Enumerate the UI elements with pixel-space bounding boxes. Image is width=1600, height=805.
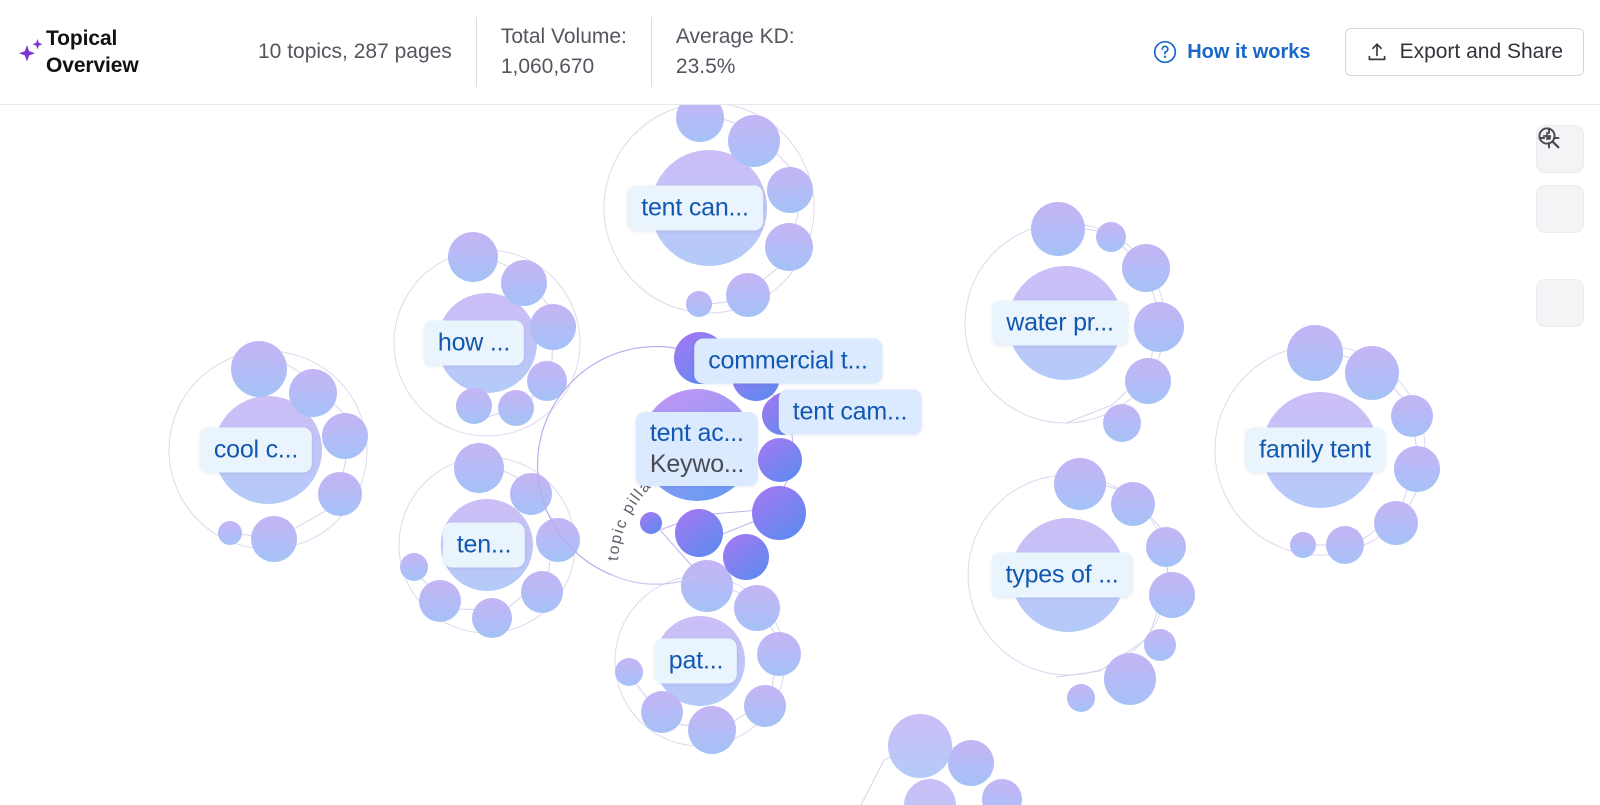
- upload-icon: [1366, 41, 1388, 63]
- brand: Topical Overview: [0, 25, 258, 79]
- cluster-label-text: tent cam...: [792, 397, 908, 426]
- fit-to-screen-button[interactable]: [1536, 127, 1584, 327]
- cluster-sublabel-text: Keywo...: [649, 450, 745, 478]
- cluster-label-tent-camping[interactable]: tent cam...: [778, 389, 922, 435]
- cluster-label-tent-canopy[interactable]: tent can...: [627, 185, 763, 231]
- stat-pages: 10 topics, 287 pages: [258, 17, 476, 87]
- topic-graph-canvas[interactable]: topic pillar subs cool c... how ... tent…: [0, 105, 1600, 805]
- cluster-label-text: ten...: [456, 530, 512, 559]
- cluster-label-commercial-tent[interactable]: commercial t...: [694, 338, 882, 384]
- zoom-out-button[interactable]: [1536, 127, 1584, 233]
- page-title-line2: Overview: [46, 54, 139, 77]
- cluster-label-cool-camping[interactable]: cool c...: [199, 427, 313, 473]
- zoom-controls: [1536, 125, 1584, 327]
- cluster-label-types-of[interactable]: types of ...: [991, 552, 1133, 598]
- export-and-share-label: Export and Share: [1399, 40, 1563, 63]
- cluster-label-text: commercial t...: [708, 346, 868, 375]
- stat-average-kd-label: Average KD:: [675, 25, 795, 48]
- stat-total-volume: Total Volume: 1,060,670: [475, 17, 651, 87]
- cluster-label-text: tent ac...: [649, 419, 744, 447]
- cluster-label-text: how ...: [437, 328, 511, 357]
- cluster-label-family-tent[interactable]: family tent: [1245, 427, 1385, 473]
- cluster-label-patio[interactable]: pat...: [654, 638, 738, 684]
- how-it-works-link[interactable]: How it works: [1149, 34, 1314, 70]
- cluster-label-text: water pr...: [1006, 308, 1114, 337]
- page-title: Topical Overview: [46, 25, 139, 79]
- cluster-label-text: tent can...: [641, 193, 749, 222]
- cluster-label-text: cool c...: [213, 435, 299, 464]
- cluster-partial-bottom: [860, 714, 1022, 805]
- cluster-label-tent[interactable]: ten...: [442, 522, 526, 568]
- how-it-works-label: How it works: [1187, 40, 1311, 63]
- app-header: Topical Overview 10 topics, 287 pages To…: [0, 0, 1600, 105]
- cluster-label-text: types of ...: [1005, 560, 1119, 589]
- stat-average-kd: Average KD: 23.5%: [650, 17, 819, 87]
- stat-pages-text: 10 topics, 287 pages: [258, 40, 452, 63]
- cluster-label-text: pat...: [668, 646, 724, 675]
- cluster-label-water-proof[interactable]: water pr...: [992, 300, 1128, 346]
- page-title-line1: Topical: [46, 27, 118, 50]
- topical-overview-app: Topical Overview 10 topics, 287 pages To…: [0, 0, 1600, 805]
- cluster-label-tent-accessories[interactable]: tent ac... Keywo...: [635, 412, 759, 486]
- stat-average-kd-value: 23.5%: [675, 55, 736, 78]
- stat-total-volume-label: Total Volume:: [500, 25, 627, 48]
- stat-total-volume-value: 1,060,670: [500, 55, 595, 78]
- export-and-share-button[interactable]: Export and Share: [1344, 28, 1584, 76]
- cluster-label-how-to[interactable]: how ...: [423, 320, 525, 366]
- cluster-label-text: family tent: [1259, 435, 1371, 464]
- question-circle-icon: [1153, 40, 1177, 64]
- sparkle-icon: [16, 35, 46, 69]
